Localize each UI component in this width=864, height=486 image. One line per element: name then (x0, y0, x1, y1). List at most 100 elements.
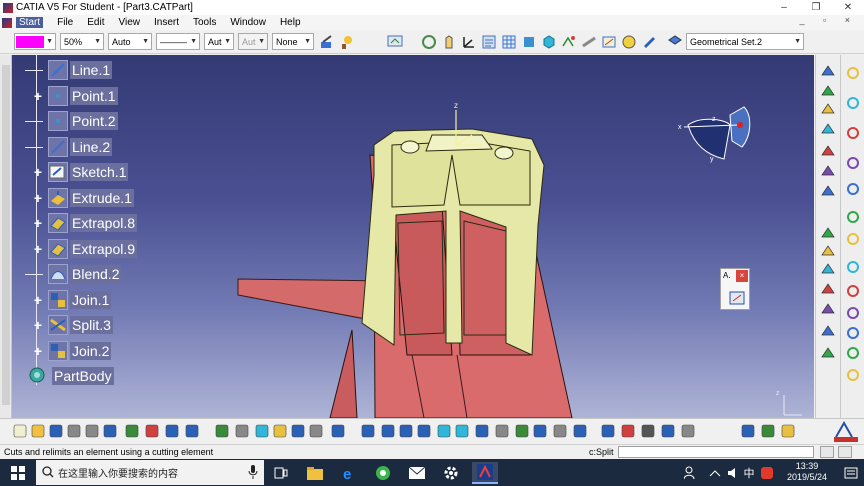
menu-insert[interactable]: Insert (154, 17, 179, 28)
standard-tool-icon[interactable] (454, 423, 470, 439)
sketch-analysis-icon[interactable] (560, 33, 578, 51)
standard-tool-icon[interactable] (532, 423, 548, 439)
tree-scrollbar[interactable] (0, 55, 12, 418)
knowledge-icon[interactable] (386, 33, 404, 51)
power-input-field[interactable] (618, 446, 814, 458)
tree-root-partbody[interactable]: PartBody (12, 365, 212, 387)
wireframe-tool-icon[interactable] (845, 305, 861, 321)
tree-node[interactable]: + Extrapol.9 (12, 238, 212, 260)
standard-tool-icon[interactable] (514, 423, 530, 439)
wireframe-tool-icon[interactable] (845, 345, 861, 361)
tree-node[interactable]: Line.2 (12, 136, 212, 158)
standard-tool-icon[interactable] (494, 423, 510, 439)
menu-tools[interactable]: Tools (193, 17, 216, 28)
tree-node[interactable]: + Join.2 (12, 340, 212, 362)
wireframe-tool-icon[interactable] (845, 65, 861, 81)
status-stop-button[interactable] (838, 446, 852, 458)
wireframe-tool-icon[interactable] (845, 125, 861, 141)
color-dropdown[interactable]: ▼ (14, 33, 56, 50)
edge-browser-icon[interactable]: e (338, 462, 360, 484)
windows-start-button[interactable] (0, 459, 36, 486)
tree-node[interactable]: + Extrapol.8 (12, 212, 212, 234)
settings-gear-icon[interactable] (440, 462, 462, 484)
standard-tool-icon[interactable] (572, 423, 588, 439)
standard-tool-icon[interactable] (290, 423, 306, 439)
standard-tool-icon[interactable] (12, 423, 28, 439)
expand-plus-icon[interactable]: + (32, 89, 44, 103)
layer-dropdown[interactable]: None ▼ (272, 33, 314, 50)
menu-edit[interactable]: Edit (87, 17, 104, 28)
tree-node[interactable]: + Join.1 (12, 289, 212, 311)
standard-tool-icon[interactable] (600, 423, 616, 439)
menu-start[interactable]: Start (16, 17, 44, 28)
standard-tool-icon[interactable] (474, 423, 490, 439)
standard-tool-icon[interactable] (740, 423, 756, 439)
expand-plus-icon[interactable]: + (32, 191, 44, 205)
standard-tool-icon[interactable] (380, 423, 396, 439)
surface-tool-icon[interactable] (820, 163, 836, 179)
microphone-icon[interactable] (248, 465, 258, 479)
standard-tool-icon[interactable] (184, 423, 200, 439)
axis-system-icon[interactable] (460, 33, 478, 51)
expand-plus-icon[interactable]: + (32, 165, 44, 179)
linetype-dropdown[interactable]: Auto ▼ (108, 33, 152, 50)
standard-tool-icon[interactable] (360, 423, 376, 439)
popup-close-icon[interactable]: × (736, 270, 748, 282)
menu-window[interactable]: Window (230, 17, 266, 28)
standard-tool-icon[interactable] (436, 423, 452, 439)
lineweight-dropdown[interactable]: Aut ▼ (204, 33, 234, 50)
file-explorer-icon[interactable] (304, 462, 326, 484)
toolbar-icon[interactable] (729, 291, 745, 305)
expand-plus-icon[interactable]: + (32, 216, 44, 230)
geometrical-set-dropdown[interactable]: Geometrical Set.2 ▼ (686, 33, 804, 50)
browser-green-icon[interactable] (372, 462, 394, 484)
standard-tool-icon[interactable] (552, 423, 568, 439)
surface-tool-icon[interactable] (820, 301, 836, 317)
wireframe-tool-icon[interactable] (845, 155, 861, 171)
grid-icon[interactable] (500, 33, 518, 51)
standard-tool-icon[interactable] (780, 423, 796, 439)
surface-tool-icon[interactable] (820, 281, 836, 297)
catia-taskbar-button[interactable] (472, 462, 498, 484)
measure-between-icon[interactable] (600, 33, 618, 51)
scrollbar-thumb[interactable] (2, 65, 10, 405)
mail-icon[interactable] (406, 462, 428, 484)
surface-tool-icon[interactable] (820, 143, 836, 159)
standard-tool-icon[interactable] (84, 423, 100, 439)
standard-tool-icon[interactable] (760, 423, 776, 439)
wireframe-tool-icon[interactable] (845, 231, 861, 247)
tree-node[interactable]: + Extrude.1 (12, 187, 212, 209)
update-icon[interactable] (420, 33, 438, 51)
standard-tool-icon[interactable] (214, 423, 230, 439)
taskbar-clock[interactable]: 13:39 2019/5/24 (777, 461, 837, 483)
catalog-icon[interactable] (480, 33, 498, 51)
task-view-icon[interactable] (270, 462, 292, 484)
standard-tool-icon[interactable] (30, 423, 46, 439)
transparency-dropdown[interactable]: 50% ▼ (60, 33, 104, 50)
tree-node[interactable]: + Point.1 (12, 85, 212, 107)
standard-tool-icon[interactable] (144, 423, 160, 439)
standard-tool-icon[interactable] (680, 423, 696, 439)
manipulate-icon[interactable] (440, 33, 458, 51)
surface-tool-icon[interactable] (820, 183, 836, 199)
tree-node[interactable]: Point.2 (12, 110, 212, 132)
surface-tool-icon[interactable] (820, 121, 836, 137)
standard-tool-icon[interactable] (660, 423, 676, 439)
linestyle-dropdown[interactable]: ——— ▼ (156, 33, 200, 50)
measure-icon[interactable] (580, 33, 598, 51)
tree-node[interactable]: + Sketch.1 (12, 161, 212, 183)
surface-tool-icon[interactable] (820, 323, 836, 339)
box-icon[interactable] (540, 33, 558, 51)
wireframe-tool-icon[interactable] (845, 367, 861, 383)
wireframe-tool-icon[interactable] (845, 209, 861, 225)
menu-view[interactable]: View (118, 17, 140, 28)
standard-tool-icon[interactable] (620, 423, 636, 439)
standard-tool-icon[interactable] (308, 423, 324, 439)
people-icon[interactable] (680, 462, 702, 484)
painter-icon[interactable] (318, 33, 336, 51)
surface-tool-icon[interactable] (820, 63, 836, 79)
standard-tool-icon[interactable] (330, 423, 346, 439)
standard-tool-icon[interactable] (254, 423, 270, 439)
taskbar-search-box[interactable]: 在这里输入你要搜索的内容 (36, 460, 264, 485)
wireframe-tool-icon[interactable] (845, 283, 861, 299)
